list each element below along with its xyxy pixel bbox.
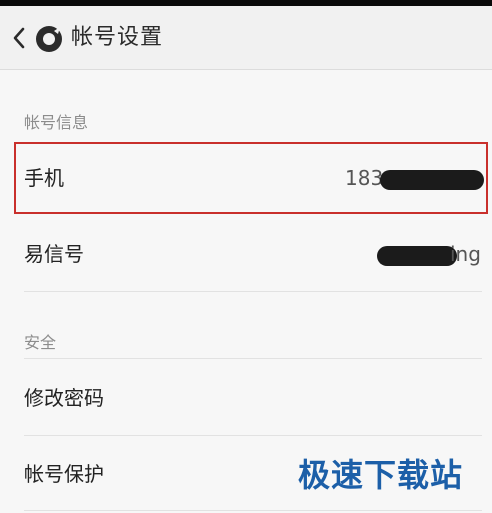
- row-change-password[interactable]: 修改密码: [0, 362, 492, 434]
- watermark-text: 极速下载站: [298, 456, 464, 494]
- section-label-security: 安全: [24, 333, 57, 352]
- row-account-protection-label: 帐号保护: [24, 462, 104, 486]
- page-title: 帐号设置: [71, 25, 164, 50]
- row-change-password-label: 修改密码: [24, 386, 104, 410]
- row-yixin-id[interactable]: 易信号 ing: [0, 218, 492, 290]
- back-chevron-icon[interactable]: [12, 26, 26, 50]
- divider: [24, 435, 482, 436]
- row-yixin-id-label: 易信号: [24, 242, 84, 266]
- highlight-box: [14, 142, 488, 214]
- row-yixin-id-value: ing: [450, 242, 481, 266]
- divider: [24, 510, 482, 511]
- divider: [24, 291, 482, 292]
- redaction-mark: [377, 246, 457, 266]
- app-header: 帐号设置: [0, 6, 492, 70]
- app-logo-icon: [35, 25, 63, 53]
- divider: [24, 358, 482, 359]
- section-label-account-info: 帐号信息: [24, 113, 89, 132]
